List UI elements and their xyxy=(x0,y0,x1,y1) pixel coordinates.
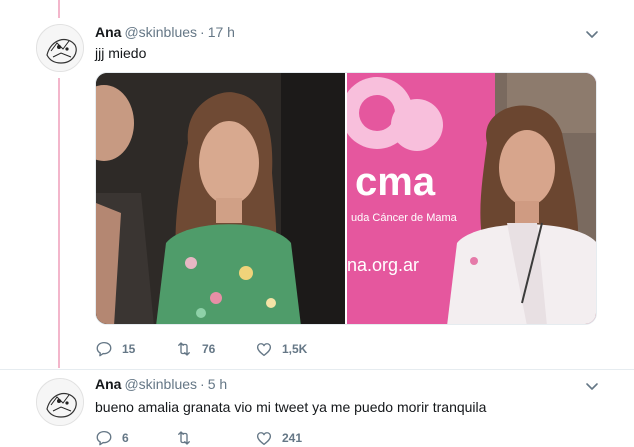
reply-count: 6 xyxy=(122,431,129,445)
banner-text: cma xyxy=(355,160,436,204)
photo-banner-icon: cma uda Cáncer de Mama na.org.ar xyxy=(347,73,596,324)
user-handle[interactable]: @skinblues xyxy=(124,24,197,40)
tweet-media[interactable]: cma uda Cáncer de Mama na.org.ar xyxy=(95,72,597,325)
timestamp[interactable]: 17 h xyxy=(208,24,235,40)
chevron-down-icon[interactable] xyxy=(584,26,600,42)
separator: · xyxy=(200,24,205,40)
retweet-icon xyxy=(178,342,190,356)
user-handle[interactable]: @skinblues xyxy=(124,376,197,392)
chevron-down-icon[interactable] xyxy=(584,378,600,394)
tweet[interactable]: Ana @skinblues · 5 h bueno amalia granata v… xyxy=(0,370,634,447)
avatar[interactable] xyxy=(36,24,84,72)
avatar-sketch-icon xyxy=(37,379,83,425)
tweet[interactable]: Ana @skinblues · 17 h jjj miedo cma uda … xyxy=(0,18,634,368)
retweet-button[interactable] xyxy=(175,429,255,447)
like-button[interactable]: 241 xyxy=(255,429,345,447)
tweet-text: bueno amalia granata vio mi tweet ya me … xyxy=(95,399,487,415)
display-name[interactable]: Ana xyxy=(95,376,121,392)
avatar[interactable] xyxy=(36,378,84,426)
reply-button[interactable]: 15 xyxy=(95,340,175,358)
photo-right[interactable]: cma uda Cáncer de Mama na.org.ar xyxy=(347,73,596,324)
like-count: 241 xyxy=(282,431,303,445)
banner-subtext: uda Cáncer de Mama xyxy=(351,212,458,224)
timestamp[interactable]: 5 h xyxy=(208,376,227,392)
retweet-icon xyxy=(178,431,190,445)
tweet-header: Ana @skinblues · 5 h xyxy=(95,375,227,393)
like-count: 1,5K xyxy=(282,342,308,356)
like-button[interactable]: 1,5K xyxy=(255,340,345,358)
avatar-sketch-icon xyxy=(37,25,83,71)
display-name[interactable]: Ana xyxy=(95,24,121,40)
reply-icon xyxy=(96,430,112,446)
retweet-count: 76 xyxy=(202,342,216,356)
reply-button[interactable]: 6 xyxy=(95,429,175,447)
separator: · xyxy=(200,376,205,392)
thread-line-top xyxy=(58,0,60,18)
tweet-text: jjj miedo xyxy=(95,45,147,61)
banner-url-text: na.org.ar xyxy=(347,255,419,275)
tweet-actions: 6 241 xyxy=(95,429,345,447)
heart-icon xyxy=(256,432,272,446)
photo-two-people-icon xyxy=(96,73,345,324)
heart-icon xyxy=(256,343,272,357)
photo-left[interactable] xyxy=(96,73,345,324)
reply-count: 15 xyxy=(122,342,136,356)
tweet-header: Ana @skinblues · 17 h xyxy=(95,23,235,41)
tweet-actions: 15 76 1,5K xyxy=(95,340,345,358)
reply-icon xyxy=(96,341,112,357)
retweet-button[interactable]: 76 xyxy=(175,340,255,358)
